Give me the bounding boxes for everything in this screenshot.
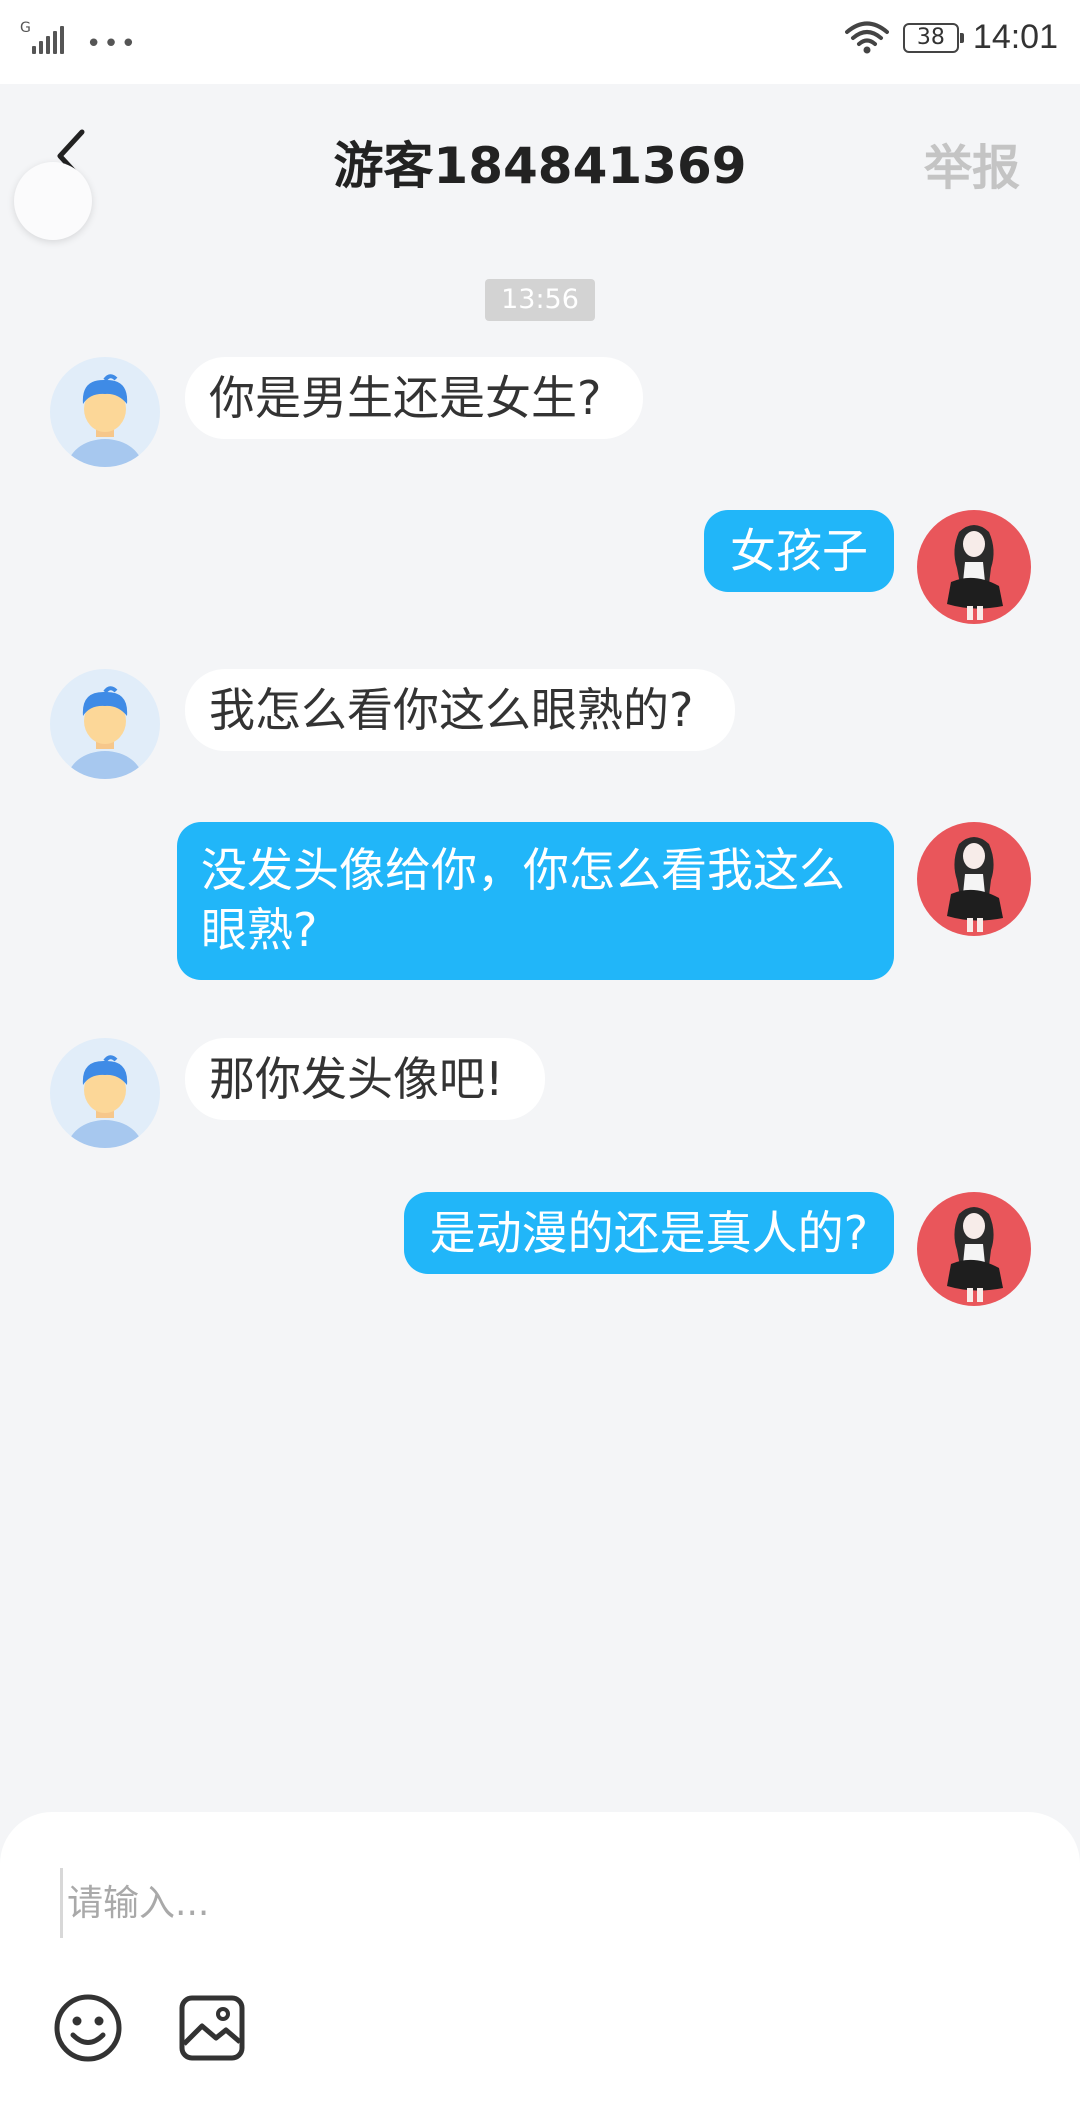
emoji-button[interactable] — [52, 1992, 124, 2064]
own-avatar[interactable] — [917, 510, 1031, 624]
network-type-label: G — [20, 20, 31, 36]
default-user-avatar-icon — [67, 374, 143, 467]
chat-header: 游客184841369 举报 — [0, 84, 1080, 240]
emoji-icon — [54, 1994, 122, 2062]
signal-strength-icon — [32, 22, 64, 54]
default-user-avatar-icon — [67, 1055, 143, 1148]
anime-girl-avatar-icon — [947, 837, 1003, 932]
report-button[interactable]: 举报 — [924, 128, 1020, 198]
battery-level: 38 — [916, 25, 945, 50]
message-bubble-outgoing[interactable]: 没发头像给你，你怎么看我这么眼熟? — [177, 822, 894, 980]
composer — [0, 1812, 1080, 2121]
status-bar: G ••• 38 14:01 — [0, 0, 1080, 84]
status-right: 38 14:01 — [844, 18, 1058, 57]
more-notifications-icon: ••• — [86, 29, 139, 59]
message-bubble-incoming[interactable]: 你是男生还是女生? — [185, 357, 644, 439]
image-icon — [179, 1995, 245, 2061]
anime-girl-avatar-icon — [947, 1207, 1003, 1302]
battery-icon: 38 — [902, 22, 964, 53]
contact-avatar[interactable] — [50, 1038, 160, 1148]
own-avatar[interactable] — [917, 822, 1031, 936]
message-input[interactable] — [60, 1868, 1020, 1938]
contact-avatar[interactable] — [50, 669, 160, 779]
message-timestamp: 13:56 — [485, 279, 595, 321]
contact-avatar[interactable] — [50, 357, 160, 467]
clock: 14:01 — [972, 18, 1058, 56]
page-title: 游客184841369 — [333, 137, 747, 195]
anime-girl-avatar-icon — [947, 525, 1003, 620]
message-bubble-outgoing[interactable]: 女孩子 — [704, 510, 894, 592]
default-user-avatar-icon — [67, 686, 143, 779]
wifi-icon — [844, 21, 889, 53]
image-button[interactable] — [176, 1992, 248, 2064]
message-bubble-outgoing[interactable]: 是动漫的还是真人的? — [403, 1192, 894, 1274]
message-bubble-incoming[interactable]: 我怎么看你这么眼熟的? — [185, 669, 736, 751]
own-avatar[interactable] — [917, 1192, 1031, 1306]
signal-area: G ••• — [20, 20, 139, 59]
message-bubble-incoming[interactable]: 那你发头像吧! — [185, 1038, 546, 1120]
chat-screen: G ••• 38 14:01 游客184841369 举报 13:56 你是男生… — [0, 0, 1080, 2121]
